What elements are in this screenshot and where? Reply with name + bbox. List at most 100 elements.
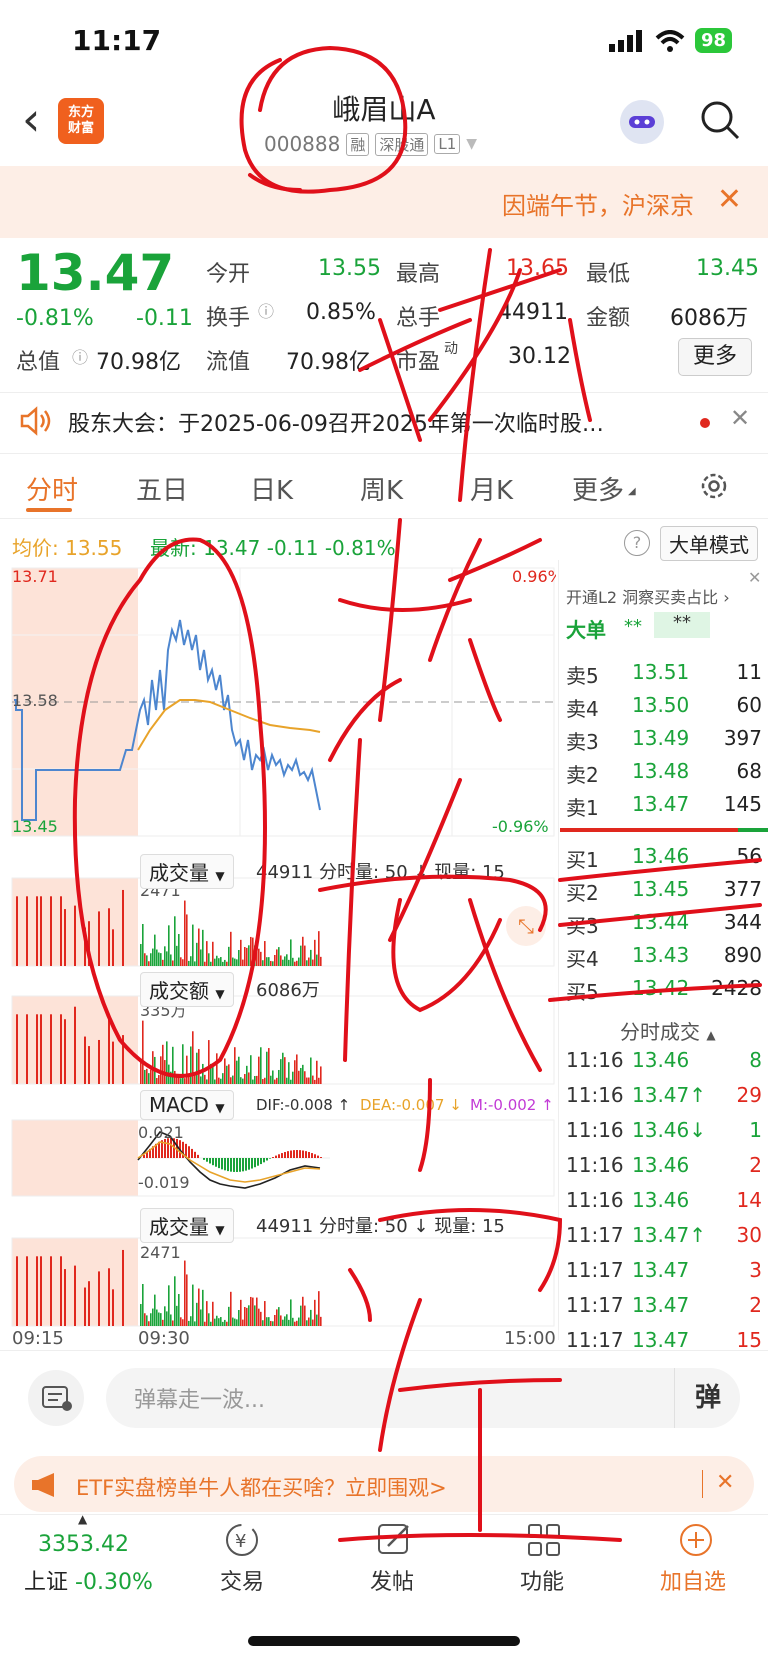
amt-bars-bar — [152, 1051, 154, 1084]
vol2-bars-bar — [266, 1317, 268, 1326]
vol2-bars-bar — [316, 1314, 318, 1326]
vol1-bars-bar — [288, 959, 290, 966]
vol1-bars-bar — [264, 941, 266, 966]
tab-weekly-k[interactable]: 周K — [360, 470, 403, 507]
vol2-bars-bar — [210, 1321, 212, 1326]
ticks-title[interactable]: 分时成交 ▲ — [620, 1016, 716, 1045]
trade-icon[interactable]: ¥ — [222, 1520, 262, 1560]
vol1-bars-bar — [320, 956, 322, 966]
macd-bar — [314, 1154, 316, 1158]
info-icon[interactable]: ⓘ — [72, 344, 88, 368]
amt-bars-bar — [64, 1019, 66, 1084]
vol1-bars-bar — [286, 954, 288, 966]
vol2-bars-bar — [194, 1321, 196, 1326]
danmu-send-button[interactable]: 弹 — [674, 1368, 741, 1428]
panel-close-icon[interactable]: ✕ — [748, 568, 761, 587]
trade-label[interactable]: 交易 — [220, 1564, 264, 1596]
indicator-select-volume[interactable]: 成交量 ▼ — [140, 854, 234, 889]
big-order-mode-button[interactable]: 大单模式 — [660, 526, 758, 561]
tab-intraday[interactable]: 分时 — [26, 470, 78, 507]
home-indicator — [248, 1636, 520, 1646]
vol2-bars-bar — [176, 1305, 178, 1326]
post-label[interactable]: 发帖 — [370, 1564, 414, 1596]
amt-bars-bar — [290, 1079, 292, 1084]
amt-bars-bar — [264, 1077, 266, 1084]
y-axis-mid: 13.58 — [12, 691, 58, 710]
vol1-bars-bar — [252, 937, 254, 966]
macd-bar — [263, 1158, 265, 1163]
amt-bars-bar — [60, 1014, 62, 1084]
notice-dot — [700, 418, 710, 428]
danmu-settings-icon[interactable] — [28, 1370, 84, 1426]
banner-close-icon[interactable]: ✕ — [717, 182, 742, 217]
index-value[interactable]: 3353.42 — [38, 1532, 129, 1557]
tick-row-cell: 13.46↓ — [632, 1118, 707, 1142]
indicator-select-volume-2[interactable]: 成交量 ▼ — [140, 1208, 234, 1243]
function-icon[interactable] — [524, 1520, 564, 1560]
vol1-bars-bar — [160, 953, 162, 966]
tab-daily-k[interactable]: 日K — [250, 470, 293, 507]
amt-bars-bar — [142, 1020, 144, 1084]
tick-row-cell: 11:16 — [566, 1118, 624, 1142]
amt-bars-bar — [184, 1078, 186, 1084]
expand-icon[interactable]: ⤡ — [506, 906, 546, 946]
indicator-select-macd[interactable]: MACD ▼ — [140, 1090, 234, 1120]
info-icon[interactable]: ⓘ — [258, 298, 274, 322]
vol2-bars-bar — [226, 1321, 228, 1326]
ad-text: ETF实盘榜单牛人都在买啥？立即围观> — [76, 1476, 447, 1500]
low-label: 最低 — [586, 262, 631, 287]
macd-dea: DEA:-0.007 ↓ — [360, 1096, 462, 1114]
function-label[interactable]: 功能 — [520, 1564, 564, 1596]
time-start: 09:15 — [12, 1328, 64, 1349]
vol2-bars-bar — [256, 1297, 258, 1326]
search-icon[interactable] — [698, 98, 742, 142]
amt-bars-bar — [50, 1014, 52, 1084]
macd-histogram — [143, 1138, 322, 1172]
ask-row-cell: 13.47 — [632, 792, 690, 816]
settings-gear-icon[interactable] — [698, 470, 730, 502]
amt-bars-bar — [266, 1051, 268, 1084]
amount-info: 6086万 — [256, 980, 320, 1001]
ask-row-cell: 60 — [736, 693, 762, 717]
vol1-bars-bar — [50, 896, 52, 966]
add-watchlist-icon[interactable] — [676, 1520, 716, 1560]
vol1-bars-bar — [166, 951, 168, 966]
indicator-select-amount[interactable]: 成交额 ▼ — [140, 972, 234, 1007]
volume-label: 总手 — [396, 306, 441, 331]
amt-bars-bar — [166, 1041, 168, 1084]
ad-close-icon[interactable]: ✕ — [716, 1470, 734, 1495]
vol1-bars-bar — [280, 955, 282, 966]
macd-bar — [269, 1158, 271, 1159]
robot-assistant-icon[interactable] — [620, 100, 664, 144]
vol1-bars-bar — [200, 949, 202, 966]
vol2-bars-bar — [180, 1317, 182, 1326]
vol2-bars-bar — [234, 1318, 236, 1326]
notice-close-icon[interactable]: ✕ — [730, 404, 750, 432]
post-icon[interactable] — [374, 1520, 414, 1560]
more-button[interactable]: 更多 — [678, 338, 752, 376]
chevron-down-icon: ▼ — [466, 136, 478, 152]
vol2-bars-bar — [312, 1319, 314, 1326]
l2-promo[interactable]: 开通L2 洞察买卖占比 › — [566, 584, 730, 608]
vol1-bars-bar — [238, 949, 240, 966]
vol2-bars-bar — [294, 1321, 296, 1326]
amt-bars-bar — [16, 1014, 18, 1084]
svg-text:¥: ¥ — [235, 1531, 246, 1552]
amt-bars-bar — [278, 1069, 280, 1084]
index-info[interactable]: 上证 -0.30% — [24, 1564, 153, 1596]
tab-five-day[interactable]: 五日 — [136, 470, 188, 507]
tag-margin: 融 — [346, 132, 370, 156]
add-watchlist-label[interactable]: 加自选 — [660, 1564, 726, 1596]
vol1-bars-bar — [246, 947, 248, 966]
vol1-bars-bar — [308, 957, 310, 966]
stock-subtitle[interactable]: 000888 融 深股通 L1 ▼ — [264, 132, 477, 156]
tick-row-cell: 2 — [749, 1293, 762, 1317]
tick-row-cell: 14 — [736, 1188, 762, 1212]
tab-underline — [26, 508, 72, 512]
index-up-indicator: ▲ — [78, 1512, 88, 1526]
tab-more[interactable]: 更多 — [572, 470, 624, 507]
help-icon[interactable]: ? — [624, 530, 650, 556]
vol2-bars-bar — [214, 1318, 216, 1326]
tab-monthly-k[interactable]: 月K — [470, 470, 513, 507]
vol2-bars-bar — [288, 1319, 290, 1326]
